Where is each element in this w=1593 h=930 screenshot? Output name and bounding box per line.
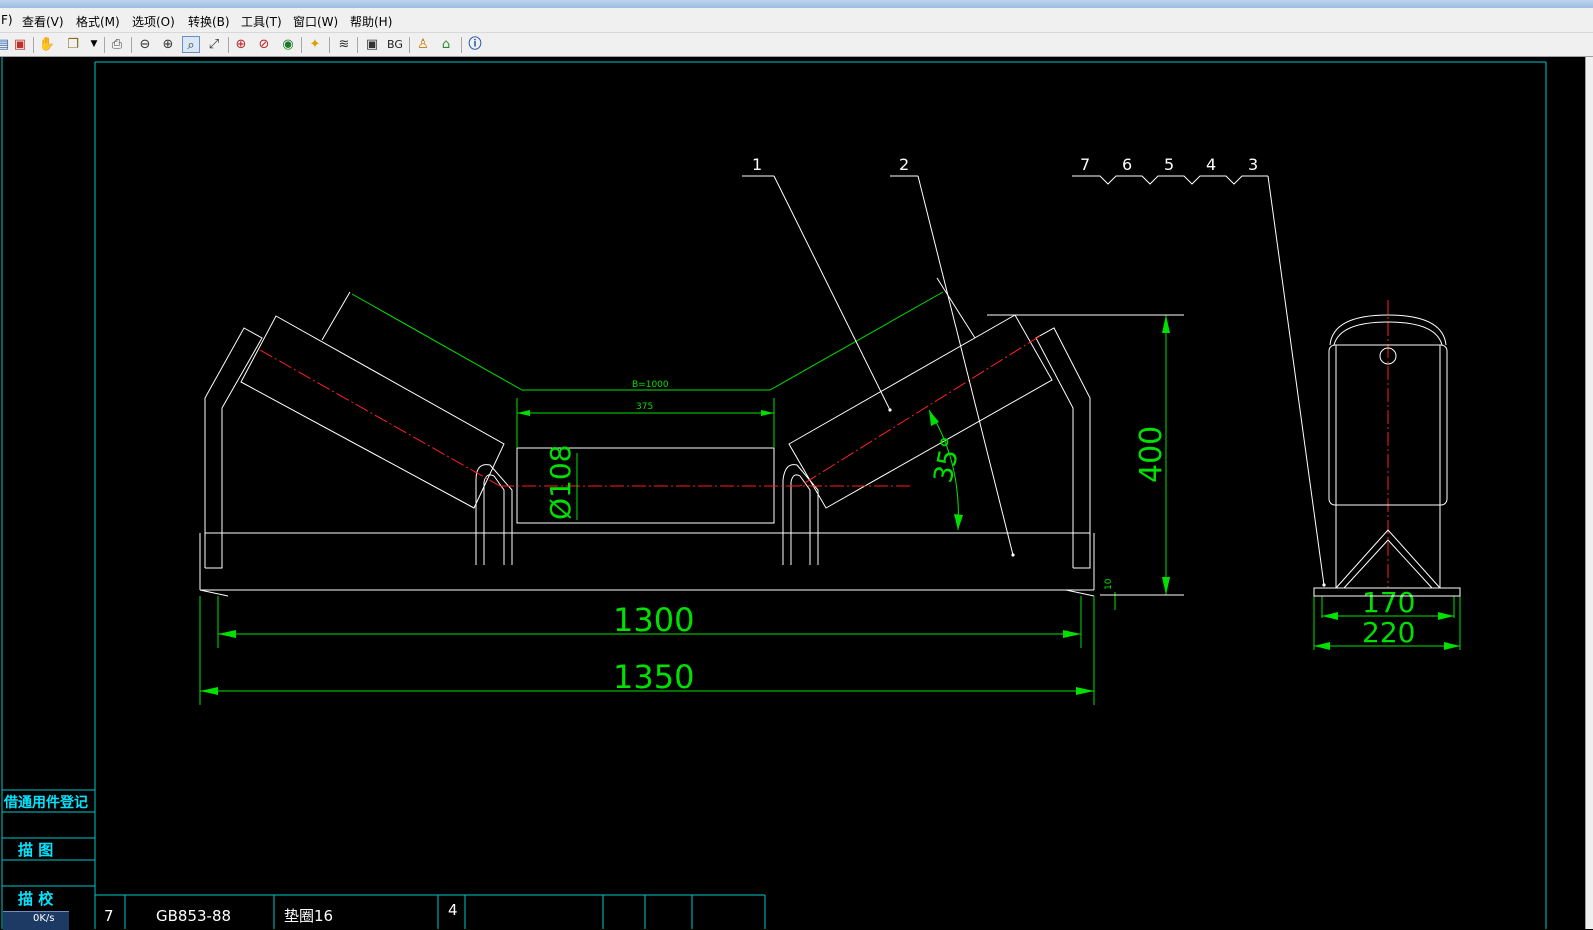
network-status-widget: 0K/s xyxy=(3,911,69,930)
pan-icon[interactable]: ✋ xyxy=(38,36,56,53)
info-icon[interactable]: ⓘ xyxy=(466,36,484,53)
dim-height-400: 400 xyxy=(1134,426,1169,483)
drawing-canvas[interactable]: 借通用件登记 描 图 描 校 7 GB853-88 垫圈16 4 B=1000 … xyxy=(0,57,1585,929)
network-speed: 0K/s xyxy=(33,913,55,924)
zoom-realtime-icon[interactable]: ⊕ xyxy=(232,36,250,53)
menu-convert[interactable]: 转换(B) xyxy=(188,13,230,30)
view-icon[interactable]: ◉ xyxy=(279,36,297,53)
menu-view[interactable]: 查看(V) xyxy=(22,13,64,30)
centerlines xyxy=(259,300,1389,588)
menu-window[interactable]: 窗口(W) xyxy=(293,13,338,30)
callout-7: 7 xyxy=(1080,155,1090,174)
save-icon[interactable]: ▣ xyxy=(11,36,29,53)
menu-tools[interactable]: 工具(T) xyxy=(241,13,282,30)
parts-row-quantity: 4 xyxy=(448,901,458,919)
menu-options[interactable]: 选项(O) xyxy=(132,13,175,30)
callout-5: 5 xyxy=(1164,155,1174,174)
toolbar: ▤ ▣ ✋ ❐ ▼ ⎙ ⊖ ⊕ ⌕ ⤢ ⊕ ⊘ ◉ ✦ ≋ ▣ BG ♙ ⌂ ⓘ xyxy=(0,33,1593,57)
callout-4: 4 xyxy=(1206,155,1216,174)
layers-icon[interactable]: ≋ xyxy=(335,36,353,53)
dim-belt-width: B=1000 xyxy=(632,380,669,390)
parts-row-name: 垫圈16 xyxy=(284,907,333,925)
title-block-registration: 借通用件登记 xyxy=(3,794,88,811)
zoom-out-icon[interactable]: ⊖ xyxy=(136,36,154,53)
title-block-check: 描 校 xyxy=(18,890,54,908)
idler-side-view xyxy=(1313,314,1461,597)
callout-2: 2 xyxy=(899,155,909,174)
zoom-window-icon[interactable]: ⌕ xyxy=(182,36,200,53)
menu-bar: F) 查看(V) 格式(M) 选项(O) 转换(B) 工具(T) 窗口(W) 帮… xyxy=(0,8,1593,33)
parts-row-code: GB853-88 xyxy=(156,907,231,925)
callout-6: 6 xyxy=(1122,155,1132,174)
copy-icon[interactable]: ❐ xyxy=(64,36,82,53)
callout-3: 3 xyxy=(1248,155,1258,174)
dim-1300: 1300 xyxy=(613,601,694,639)
menu-file[interactable]: F) xyxy=(1,13,13,27)
dropdown-icon[interactable]: ▼ xyxy=(85,36,103,53)
zoom-previous-icon[interactable]: ⊘ xyxy=(255,36,273,53)
fit-icon[interactable]: ▣ xyxy=(363,36,381,53)
vertical-scrollbar[interactable] xyxy=(1585,57,1593,929)
window-title-bar xyxy=(0,0,1593,8)
print-icon[interactable]: ⎙ xyxy=(108,36,126,53)
user-icon[interactable]: ♙ xyxy=(414,36,432,53)
title-block-trace: 描 图 xyxy=(18,841,53,859)
layer-icon[interactable]: ✦ xyxy=(306,36,324,53)
dimension-lines xyxy=(199,291,1461,705)
leader-lines xyxy=(742,175,1325,596)
dim-10: 10 xyxy=(1104,578,1114,590)
dimension-arrows xyxy=(200,315,1460,695)
callout-1: 1 xyxy=(752,155,762,174)
menu-format[interactable]: 格式(M) xyxy=(76,13,120,30)
dim-220: 220 xyxy=(1362,616,1415,649)
menu-help[interactable]: 帮助(H) xyxy=(350,13,392,30)
dim-trough-angle: 35° xyxy=(929,434,968,485)
dim-170: 170 xyxy=(1362,586,1415,619)
background-toggle-button[interactable]: BG xyxy=(384,36,406,53)
zoom-in-icon[interactable]: ⊕ xyxy=(159,36,177,53)
dim-1350: 1350 xyxy=(613,658,694,696)
dim-roller-diameter: Ø108 xyxy=(544,445,577,520)
home-icon[interactable]: ⌂ xyxy=(437,36,455,53)
zoom-extents-icon[interactable]: ⤢ xyxy=(205,36,223,53)
parts-row-number: 7 xyxy=(104,907,114,925)
dim-375: 375 xyxy=(636,402,653,412)
